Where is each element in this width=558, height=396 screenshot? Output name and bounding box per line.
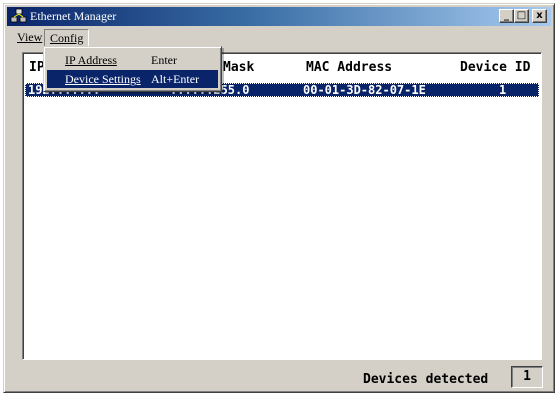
menu-bar: View Config: [7, 27, 551, 47]
cell-device-id: 1: [499, 83, 507, 97]
minimize-button[interactable]: _: [499, 9, 514, 23]
menu-config[interactable]: Config: [44, 29, 90, 47]
window-title: Ethernet Manager: [30, 9, 117, 23]
menu-view-label: View: [17, 30, 43, 44]
menu-item-device-settings-shortcut: Alt+Enter: [151, 72, 200, 86]
menu-item-device-settings[interactable]: Device Settings Alt+Enter: [47, 70, 218, 88]
menu-item-ip-address-shortcut: Enter: [151, 53, 177, 67]
cell-mac-address: 00-01-3D-82-07-1E: [303, 83, 426, 97]
devices-detected-label: Devices detected: [363, 372, 489, 387]
device-list[interactable]: IP Mask MAC Address Device ID 192.......…: [22, 52, 542, 360]
menu-config-label: Config: [50, 31, 84, 45]
menu-view[interactable]: View: [12, 29, 47, 47]
menu-item-ip-address-label: IP Address: [65, 53, 117, 67]
config-dropdown-menu: IP Address Enter Device Settings Alt+Ent…: [43, 46, 222, 92]
devices-detected-count: 1: [511, 366, 543, 388]
column-header-device-id[interactable]: Device ID: [460, 60, 530, 75]
network-app-icon: [10, 8, 27, 23]
column-header-mac-address[interactable]: MAC Address: [306, 60, 392, 75]
column-header-mask[interactable]: Mask: [223, 60, 254, 75]
menu-item-device-settings-label: Device Settings: [65, 72, 141, 86]
menu-item-ip-address[interactable]: IP Address Enter: [47, 51, 218, 69]
close-button[interactable]: x: [532, 9, 547, 23]
maximize-button[interactable]: □: [514, 9, 529, 23]
title-bar[interactable]: Ethernet Manager _ □ x: [7, 7, 551, 26]
